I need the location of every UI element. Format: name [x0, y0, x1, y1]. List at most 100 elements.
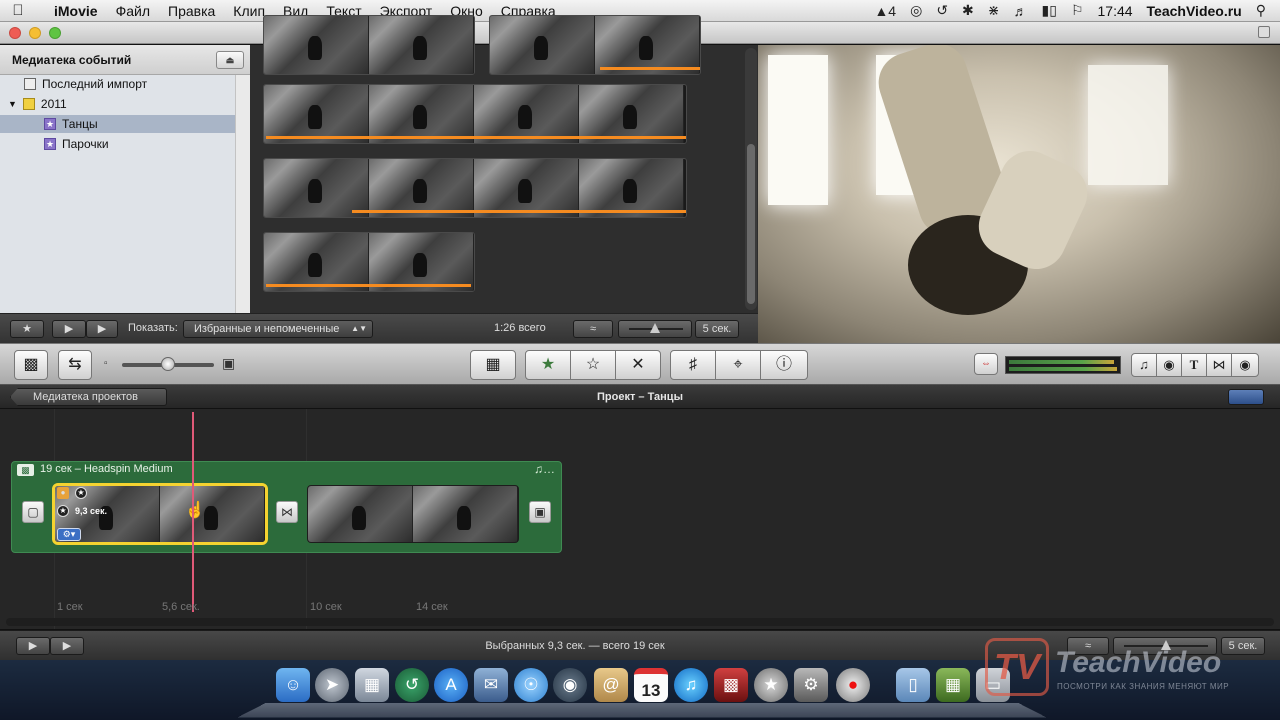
event-item-year[interactable]: ▼ 2011 [8, 95, 67, 113]
transition-start-icon[interactable]: ▢ [22, 501, 44, 523]
transitions-browser-icon[interactable]: ⋈ [1206, 353, 1232, 377]
clip-strip[interactable] [263, 15, 475, 75]
mission-control-icon[interactable]: ▦ [355, 668, 389, 702]
clip-strip[interactable] [263, 232, 475, 292]
viewer-window-light [768, 55, 828, 205]
clip-strip[interactable] [489, 15, 701, 75]
theme-icon[interactable]: ▩ [17, 464, 34, 476]
time-machine-dock-icon[interactable]: ↺ [395, 668, 429, 702]
browser-zoom-slider[interactable] [618, 320, 692, 338]
mark-favorite-icon[interactable]: ★ [525, 350, 571, 380]
disclosure-triangle-icon[interactable]: ▼ [8, 95, 17, 113]
video-viewer[interactable] [758, 45, 1280, 343]
timeline-clip[interactable] [307, 485, 519, 543]
titles-browser-icon[interactable]: T [1181, 353, 1207, 377]
finder-icon[interactable]: ☺ [276, 668, 310, 702]
audio-waveform-button[interactable]: ≈ [573, 320, 613, 338]
maps-browser-icon[interactable]: ◉ [1231, 353, 1259, 377]
show-filter-label: Показать: [128, 322, 178, 334]
battery-icon[interactable]: ▮▯ [1042, 2, 1057, 19]
project-timeline[interactable]: ▩ 19 сек – Headspin Medium ♫… ▢ ● ★ ★ 9,… [0, 409, 1280, 629]
zoom-window-button[interactable] [49, 27, 61, 39]
imovie-dock-icon[interactable]: ★ [754, 668, 788, 702]
itunes-icon[interactable]: ♫ [674, 668, 708, 702]
clip-action-gear-icon[interactable]: ⚙▾ [57, 528, 81, 541]
cloud-app-icon[interactable]: ◎ [910, 2, 922, 19]
event-library-scrollbar[interactable] [235, 75, 250, 313]
play-button[interactable]: ▶ [86, 320, 118, 338]
apple-menu-icon[interactable]:  [0, 2, 36, 19]
import-camera-icon[interactable]: ▩ [14, 350, 48, 380]
mail-icon[interactable]: ✉ [474, 668, 508, 702]
add-to-project-icon[interactable]: ▦ [470, 350, 516, 380]
show-filter-select[interactable]: Избранные и непомеченные ▲▼ [183, 320, 373, 338]
voiceover-microphone-icon[interactable]: ♯ [670, 350, 716, 380]
app-store-icon[interactable]: A [434, 668, 468, 702]
project-zoom-slider[interactable] [1113, 637, 1217, 655]
volume-icon[interactable]: ♬ [1014, 3, 1028, 19]
thumbnail-size-knob[interactable] [161, 357, 175, 371]
applications-folder-icon[interactable]: ▯ [896, 668, 930, 702]
clip-strip[interactable] [263, 158, 687, 218]
eject-icon[interactable]: ⏏ [216, 51, 244, 69]
spotlight-search-icon[interactable]: ⚲ [1256, 2, 1266, 19]
clip-thumbnail [369, 233, 474, 291]
adobe-reader-icon[interactable]: ▲4 [874, 3, 896, 19]
launchpad-icon[interactable]: ➤ [315, 668, 349, 702]
music-browser-icon[interactable]: ♫ [1131, 353, 1157, 377]
unmark-icon[interactable]: ☆ [570, 350, 616, 380]
menu-app-name[interactable]: iMovie [36, 3, 107, 19]
crop-icon[interactable]: ⌖ [715, 350, 761, 380]
site-menu-label[interactable]: TeachVideo.ru [1147, 3, 1242, 19]
photo-booth-icon[interactable]: ▩ [714, 668, 748, 702]
event-library-header: Медиатека событий ⏏ [0, 45, 250, 75]
browser-total-duration: 1:26 всего [494, 322, 546, 334]
bluetooth-icon[interactable]: ✱ [962, 2, 974, 19]
background-music-icon[interactable]: ♫… [534, 462, 555, 476]
event-item-last-import[interactable]: Последний импорт [24, 75, 147, 93]
play-full-screen-button[interactable]: ▶ [52, 320, 86, 338]
scrollbar-thumb[interactable] [747, 144, 755, 304]
toolbar-toggle-button[interactable] [1258, 26, 1270, 38]
browser-scrollbar[interactable] [745, 48, 757, 310]
close-window-button[interactable] [9, 27, 21, 39]
time-machine-icon[interactable]: ↺ [936, 2, 948, 19]
screen-recorder-icon[interactable]: ● [836, 668, 870, 702]
wifi-icon[interactable]: ⋇ [988, 2, 1000, 19]
event-item-couples[interactable]: ★ Парочки [44, 135, 109, 153]
event-library-toggle-button[interactable]: ★ [10, 320, 44, 338]
favorite-bar [352, 210, 686, 213]
inspector-info-icon[interactable]: ⓘ [760, 350, 808, 380]
selected-clip[interactable]: ● ★ ★ 9,3 сек. ⚙▾ ☝ [52, 483, 268, 545]
system-preferences-icon[interactable]: ⚙ [794, 668, 828, 702]
audio-level-left [1009, 360, 1114, 364]
contacts-icon[interactable]: @ [594, 668, 628, 702]
event-item-dances[interactable]: ★ Танцы [44, 115, 98, 133]
menu-file[interactable]: Файл [107, 3, 159, 19]
minimize-window-button[interactable] [29, 27, 41, 39]
calendar-icon[interactable]: 13 [634, 668, 668, 702]
clip-strip[interactable] [263, 84, 687, 144]
transition-end-icon[interactable]: ▣ [529, 501, 551, 523]
event-library-title: Медиатека событий [12, 53, 132, 67]
star-event-icon: ★ [44, 118, 56, 130]
project-library-button[interactable]: Медиатека проектов [10, 388, 167, 406]
photo-browser-icon[interactable]: ◉ [1156, 353, 1182, 377]
transition-cross-icon[interactable]: ⋈ [276, 501, 298, 523]
facetime-icon[interactable]: ◉ [553, 668, 587, 702]
uk-flag-icon[interactable]: ⚐ [1071, 2, 1084, 19]
swap-events-projects-icon[interactable]: ⇆ [58, 350, 92, 380]
playhead[interactable] [192, 412, 194, 612]
project-view-toggle-button[interactable] [1228, 389, 1264, 405]
clock[interactable]: 17:44 [1098, 3, 1133, 19]
project-audio-waveform-button[interactable]: ≈ [1067, 637, 1109, 655]
menu-edit[interactable]: Правка [159, 3, 224, 19]
clip-thumbnail [160, 486, 265, 542]
trash-icon[interactable]: ▭ [976, 668, 1010, 702]
audio-adjust-icon[interactable]: ⇔ [974, 353, 998, 375]
safari-icon[interactable]: ☉ [514, 668, 548, 702]
reject-icon[interactable]: ✕ [615, 350, 661, 380]
event-library-panel: Медиатека событий ⏏ Последний импорт ▼ 2… [0, 45, 250, 313]
timeline-horizontal-scrollbar[interactable] [6, 618, 1274, 626]
documents-stack-icon[interactable]: ▦ [936, 668, 970, 702]
